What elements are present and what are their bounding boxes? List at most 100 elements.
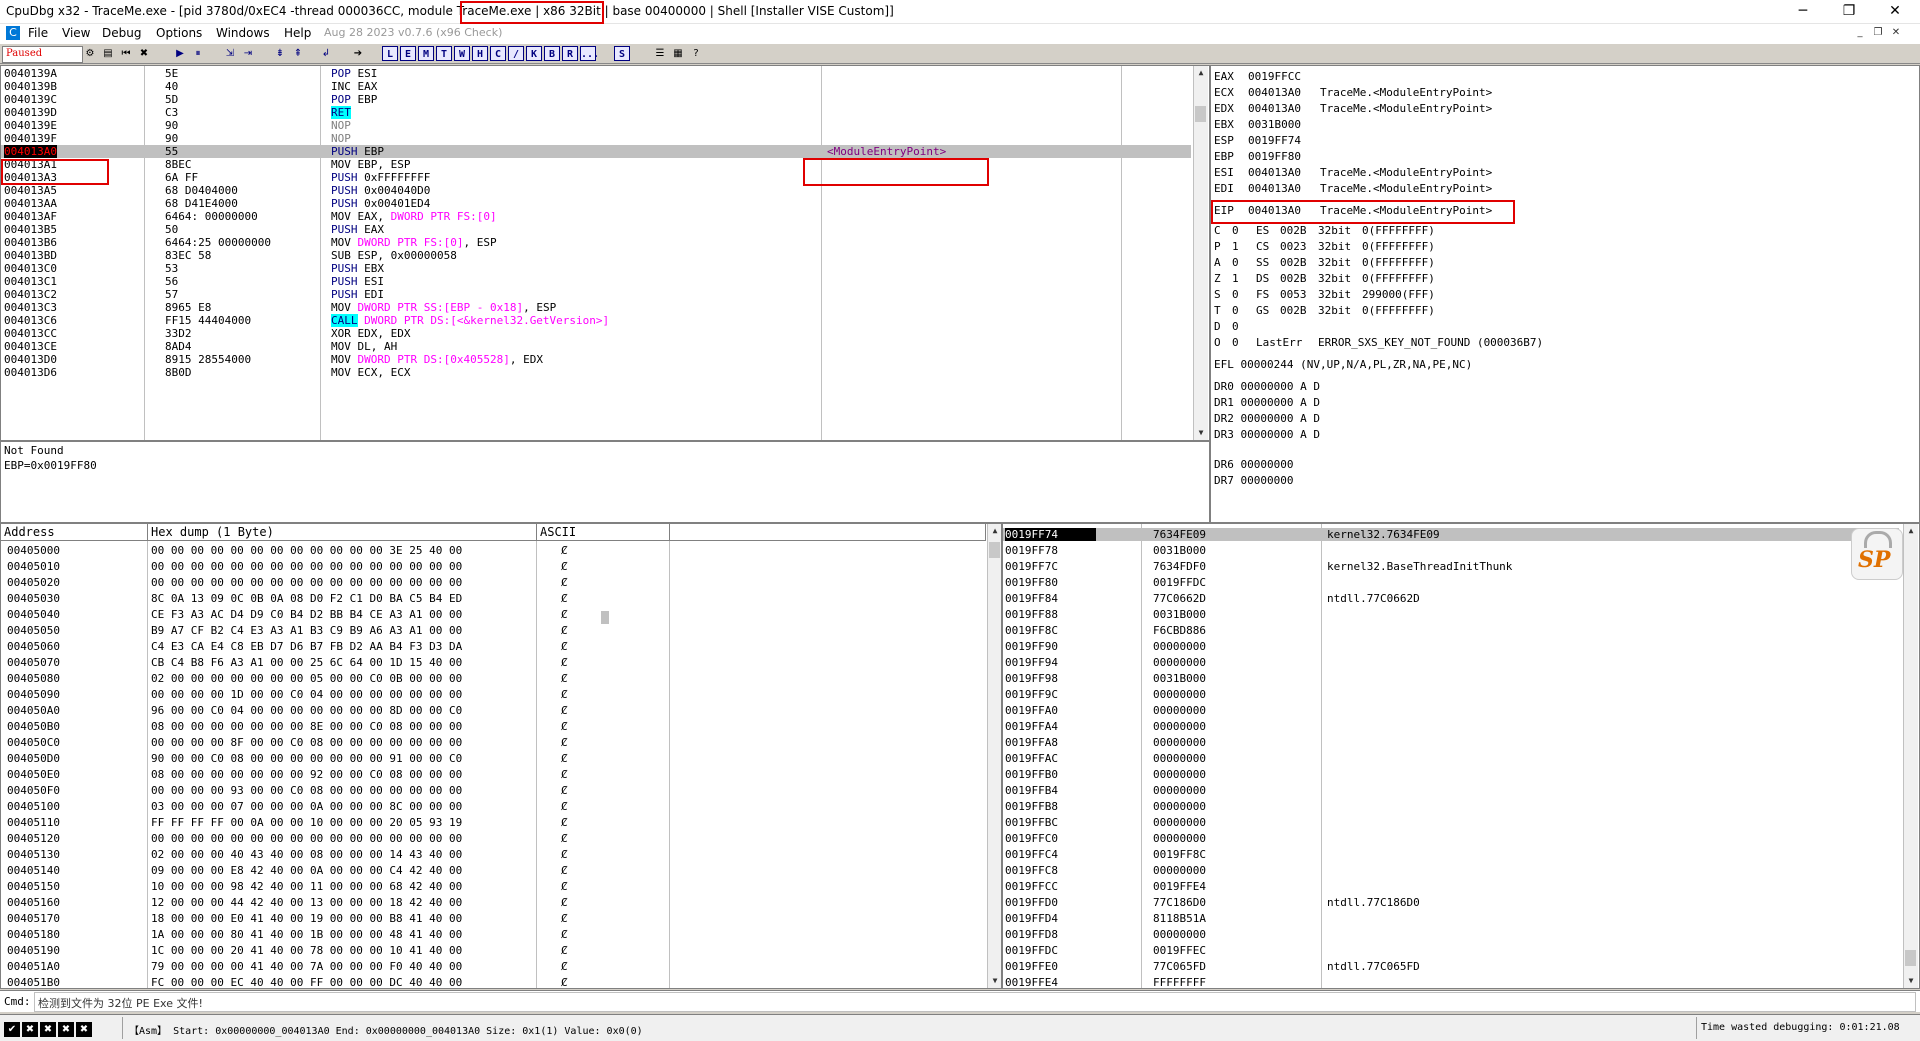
dump-ascii[interactable]: Ȼ	[561, 960, 568, 973]
dump-ascii[interactable]: Ȼ	[561, 896, 568, 909]
stack-value[interactable]: 00000000	[1153, 720, 1206, 733]
dump-ascii[interactable]: Ȼ	[561, 816, 568, 829]
dump-row[interactable]: 00405080 02 00 00 00 00 00 00 00 05 00 00…	[1, 672, 986, 685]
dump-hex[interactable]: 00 00 00 00 1D 00 00 C0 04 00 00 00 00 0…	[151, 688, 462, 701]
stack-row[interactable]: 0019FF9C 00000000	[1003, 688, 1899, 701]
tool-runtrace-button[interactable]: ...	[580, 46, 599, 61]
stack-value[interactable]: FFFFFFFF	[1153, 976, 1206, 988]
stack-value[interactable]: 00000000	[1153, 752, 1206, 765]
dump-hex[interactable]: C4 E3 CA E4 C8 EB D7 D6 B7 FB D2 AA B4 F…	[151, 640, 462, 653]
disasm-address[interactable]: 0040139C	[4, 93, 57, 106]
dump-ascii[interactable]: Ȼ	[561, 560, 568, 573]
disasm-row[interactable]: 0040139A 5E POP ESI	[1, 67, 1191, 80]
stack-address[interactable]: 0019FF98	[1005, 672, 1058, 685]
register-value[interactable]: 004013A0	[1248, 102, 1301, 115]
flag-value[interactable]: 1	[1232, 272, 1239, 285]
dump-address[interactable]: 004050E0	[7, 768, 60, 781]
stack-row[interactable]: 0019FFE4 FFFFFFFF	[1003, 976, 1899, 988]
flag-value[interactable]: 0	[1232, 224, 1239, 237]
dump-address[interactable]: 00405090	[7, 688, 60, 701]
dump-pane[interactable]: Address Hex dump (1 Byte) ASCII 00405000…	[0, 523, 1002, 989]
dump-ascii[interactable]: Ȼ	[561, 800, 568, 813]
stack-pane[interactable]: 0019FF74 7634FE09 kernel32.7634FE09 0019FF7…	[1002, 523, 1920, 989]
disasm-row[interactable]: 0040139D C3 RET	[1, 106, 1191, 119]
dump-ascii[interactable]: Ȼ	[561, 576, 568, 589]
dump-address[interactable]: 004050F0	[7, 784, 60, 797]
debug-register-row[interactable]: DR6 00000000	[1214, 458, 1293, 471]
stack-row[interactable]: 0019FFA8 00000000	[1003, 736, 1899, 749]
tool-references-button[interactable]: R	[562, 46, 578, 61]
dump-hex[interactable]: 96 00 00 C0 04 00 00 00 00 00 00 00 8D 0…	[151, 704, 462, 717]
dump-address[interactable]: 00405080	[7, 672, 60, 685]
x-icon[interactable]: ✖	[76, 1022, 92, 1037]
stack-row[interactable]: 0019FFB0 00000000	[1003, 768, 1899, 781]
stack-address[interactable]: 0019FFA4	[1005, 720, 1058, 733]
dump-address[interactable]: 00405130	[7, 848, 60, 861]
disasm-address[interactable]: 004013AF	[4, 210, 57, 223]
dump-hex[interactable]: 08 00 00 00 00 00 00 00 92 00 00 C0 08 0…	[151, 768, 462, 781]
dump-header-extra[interactable]	[670, 524, 986, 541]
dump-row[interactable]: 00405100 03 00 00 00 07 00 00 00 0A 00 00…	[1, 800, 986, 813]
flag-value[interactable]: 0	[1232, 320, 1239, 333]
dump-hex[interactable]: 10 00 00 00 98 42 40 00 11 00 00 00 68 4…	[151, 880, 462, 893]
disasm-address[interactable]: 004013C0	[4, 262, 57, 275]
dump-row[interactable]: 00405190 1C 00 00 00 20 41 40 00 78 00 00…	[1, 944, 986, 957]
tool-handles-button[interactable]: H	[472, 46, 488, 61]
stack-address[interactable]: 0019FFB8	[1005, 800, 1058, 813]
dump-hex[interactable]: 90 00 00 C0 08 00 00 00 00 00 00 00 91 0…	[151, 752, 462, 765]
stack-value[interactable]: 77C186D0	[1153, 896, 1206, 909]
scroll-thumb[interactable]	[1195, 106, 1206, 122]
flag-value[interactable]: 0	[1232, 304, 1239, 317]
disasm-address[interactable]: 004013D0	[4, 353, 57, 366]
dump-hex[interactable]: 00 00 00 00 00 00 00 00 00 00 00 00 00 0…	[151, 832, 462, 845]
stack-value[interactable]: 00000000	[1153, 768, 1206, 781]
dump-row[interactable]: 00405150 10 00 00 00 98 42 40 00 11 00 00…	[1, 880, 986, 893]
x-icon[interactable]: ✖	[22, 1022, 38, 1037]
dump-ascii[interactable]: Ȼ	[561, 864, 568, 877]
stack-address[interactable]: 0019FFE4	[1005, 976, 1058, 988]
stack-address[interactable]: 0019FF80	[1005, 576, 1058, 589]
menu-file[interactable]: File	[28, 26, 48, 40]
stack-row[interactable]: 0019FFA4 00000000	[1003, 720, 1899, 733]
stack-value[interactable]: 7634FE09	[1153, 528, 1206, 541]
stack-address[interactable]: 0019FFE0	[1005, 960, 1058, 973]
stack-row[interactable]: 0019FF7C 7634FDF0 kernel32.BaseThreadInitT…	[1003, 560, 1899, 573]
tool-callstack-button[interactable]: K	[526, 46, 542, 61]
stack-row[interactable]: 0019FF8C F6CBD886	[1003, 624, 1899, 637]
dump-address[interactable]: 004050A0	[7, 704, 60, 717]
dump-hex[interactable]: 12 00 00 00 44 42 40 00 13 00 00 00 18 4…	[151, 896, 462, 909]
stack-row[interactable]: 0019FFD8 00000000	[1003, 928, 1899, 941]
stack-value[interactable]: 00000000	[1153, 816, 1206, 829]
disasm-row[interactable]: 004013D6 8B0D MOV ECX, ECX	[1, 366, 1191, 379]
dump-ascii[interactable]: Ȼ	[561, 592, 568, 605]
dump-hex[interactable]: 09 00 00 00 E8 42 40 00 0A 00 00 00 C4 4…	[151, 864, 462, 877]
stack-row[interactable]: 0019FFE0 77C065FD ntdll.77C065FD	[1003, 960, 1899, 973]
stack-address[interactable]: 0019FF84	[1005, 592, 1058, 605]
stack-address[interactable]: 0019FFC8	[1005, 864, 1058, 877]
scroll-thumb[interactable]	[1905, 950, 1916, 966]
stack-address[interactable]: 0019FFB4	[1005, 784, 1058, 797]
debug-register-row[interactable]: DR7 00000000	[1214, 474, 1293, 487]
disassembly-scrollbar[interactable]: ▲ ▼	[1193, 66, 1208, 440]
dump-ascii[interactable]: Ȼ	[561, 912, 568, 925]
dump-hex[interactable]: 00 00 00 00 8F 00 00 C0 08 00 00 00 00 0…	[151, 736, 462, 749]
dump-header-address[interactable]: Address	[1, 524, 148, 541]
dump-hex[interactable]: FC 00 00 00 EC 40 40 00 FF 00 00 00 DC 4…	[151, 976, 462, 988]
menu-debug[interactable]: Debug	[102, 26, 141, 40]
minimize-button[interactable]: ─	[1780, 0, 1826, 24]
step-over-icon[interactable]: ⇥	[240, 46, 256, 61]
stack-row[interactable]: 0019FFD0 77C186D0 ntdll.77C186D0	[1003, 896, 1899, 909]
dump-ascii[interactable]: Ȼ	[561, 976, 568, 988]
dump-hex[interactable]: 00 00 00 00 00 00 00 00 00 00 00 00 00 0…	[151, 576, 462, 589]
stack-address[interactable]: 0019FF90	[1005, 640, 1058, 653]
disasm-address[interactable]: 0040139E	[4, 119, 57, 132]
disasm-row[interactable]: 004013CC 33D2 XOR EDX, EDX	[1, 327, 1191, 340]
dump-hex[interactable]: 79 00 00 00 00 41 40 00 7A 00 00 00 F0 4…	[151, 960, 462, 973]
disasm-row[interactable]: 004013A5 68 D0404000 PUSH 0x004040D0	[1, 184, 1191, 197]
dump-hex[interactable]: 1C 00 00 00 20 41 40 00 78 00 00 00 10 4…	[151, 944, 462, 957]
flag-value[interactable]: 0	[1232, 336, 1239, 349]
dump-row[interactable]: 00405130 02 00 00 00 40 43 40 00 08 00 00…	[1, 848, 986, 861]
register-value[interactable]: 004013A0	[1248, 182, 1301, 195]
dump-row[interactable]: 004050D0 90 00 00 C0 08 00 00 00 00 00 00…	[1, 752, 986, 765]
menu-windows[interactable]: Windows	[216, 26, 270, 40]
